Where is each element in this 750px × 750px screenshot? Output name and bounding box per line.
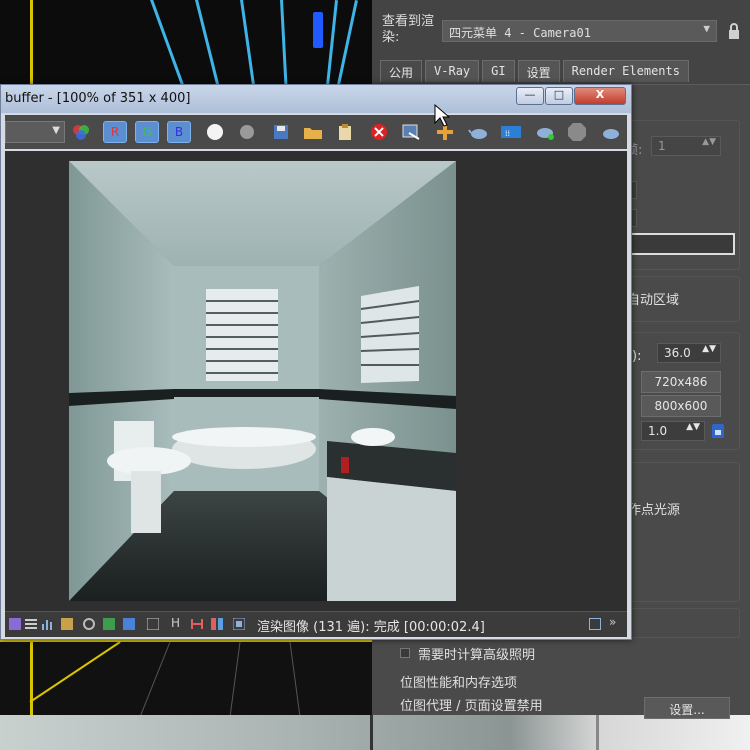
curves-icon[interactable] xyxy=(123,618,135,630)
maximize-button[interactable]: □ xyxy=(545,87,573,105)
output-file-field[interactable] xyxy=(617,233,735,255)
save-image-icon[interactable] xyxy=(269,121,293,143)
tab-settings[interactable]: 设置 xyxy=(517,60,560,82)
histogram-icon[interactable] xyxy=(41,618,53,630)
frame-spinner[interactable]: 1 ▲▼ xyxy=(651,136,721,156)
viewport-strip xyxy=(0,715,750,750)
render-tabs: 公用 V-Ray GI 设置 Render Elements xyxy=(380,60,689,82)
channel-dropdown[interactable]: ▼ xyxy=(5,121,65,143)
tab-render-elements[interactable]: Render Elements xyxy=(562,60,689,82)
grid-line xyxy=(321,0,338,90)
bitmap-proxy-label: 位图代理 / 页面设置禁用 xyxy=(400,699,543,714)
viewport-border xyxy=(30,0,33,90)
grid-lines xyxy=(29,642,301,715)
chevron-down-icon: ▼ xyxy=(52,125,60,136)
grid-line xyxy=(240,0,262,90)
mouse-cursor-icon xyxy=(434,104,450,127)
pixel-aspect-spinner[interactable]: 1.0 ▲▼ xyxy=(641,421,705,441)
history-letter[interactable]: H xyxy=(171,616,180,630)
window-icon[interactable] xyxy=(589,618,601,630)
gear-icon[interactable] xyxy=(83,618,95,630)
stop-render-icon[interactable] xyxy=(565,121,589,143)
list-icon[interactable] xyxy=(25,618,37,630)
ab-compare-icon[interactable] xyxy=(211,618,223,630)
frame-buffer-toolbar: ▼ R G B ⁞⁞ xyxy=(5,115,627,149)
red-channel-button[interactable]: R xyxy=(103,121,127,143)
frame-buffer-window: buffer - [100% of 351 x 400] — □ X ▼ R G… xyxy=(0,84,632,640)
frame-buffer-title: buffer - [100% of 351 x 400] xyxy=(5,91,191,106)
chevron-down-icon: ▼ xyxy=(703,22,710,35)
divider xyxy=(596,715,599,750)
open-folder-icon[interactable] xyxy=(301,121,325,143)
green-channel-button[interactable]: G xyxy=(135,121,159,143)
bitmap-performance-label: 位图性能和内存选项 xyxy=(400,676,518,691)
advanced-lighting-checkbox[interactable] xyxy=(400,648,410,658)
aperture-spinner[interactable]: 36.0 ▲▼ xyxy=(657,343,721,363)
rendered-bathroom-image xyxy=(69,161,456,601)
clipboard-icon[interactable] xyxy=(333,121,357,143)
color-clamp-icon[interactable] xyxy=(9,618,21,630)
grid-line xyxy=(150,0,198,90)
tab-common[interactable]: 公用 xyxy=(380,60,423,82)
monochrome-icon[interactable] xyxy=(235,121,259,143)
render-last-teapot-icon[interactable] xyxy=(599,121,623,143)
close-button[interactable]: X xyxy=(574,87,626,105)
expand-chevron-icon[interactable]: » xyxy=(609,615,616,629)
camera-dropdown[interactable]: 四元菜单 4 - Camera01 ▼ xyxy=(442,20,717,42)
auto-region-label: 自动区域 xyxy=(627,293,680,308)
viewport-top[interactable] xyxy=(0,0,372,90)
image-icon[interactable] xyxy=(103,618,115,630)
frame-buffer-canvas[interactable] xyxy=(5,151,627,611)
frame-buffer-titlebar[interactable]: buffer - [100% of 351 x 400] — □ X xyxy=(1,85,631,113)
render-region-teapot-icon[interactable] xyxy=(533,121,557,143)
lock-icon[interactable] xyxy=(727,22,741,40)
advanced-lighting-label: 需要时计算高级照明 xyxy=(418,648,536,663)
render-teapot-icon[interactable] xyxy=(467,121,491,143)
preset-720x486-button[interactable]: 720x486 xyxy=(641,371,721,393)
transform-gizmo-icon[interactable] xyxy=(313,12,323,48)
setup-button[interactable]: 设置... xyxy=(644,697,730,719)
compare-icon[interactable] xyxy=(191,618,203,630)
lens-effects-icon[interactable] xyxy=(61,618,73,630)
frame-buffer-statusbar: H 渲染图像 (131 遍): 完成 [00:00:02.4] » xyxy=(5,611,627,637)
film-strip-icon[interactable]: ⁞⁞ xyxy=(499,121,523,143)
alpha-white-icon[interactable] xyxy=(203,121,227,143)
svg-text:⁞⁞: ⁞⁞ xyxy=(505,129,510,138)
divider xyxy=(370,715,373,750)
tab-gi[interactable]: GI xyxy=(482,60,515,82)
stamp-icon[interactable] xyxy=(233,618,245,630)
viewport-bottom[interactable] xyxy=(0,640,372,715)
grid-line xyxy=(280,0,290,90)
camera-dropdown-value: 四元菜单 4 - Camera01 xyxy=(449,26,591,40)
view-to-render-label: 查看到渲染: xyxy=(382,14,435,45)
render-status-text: 渲染图像 (131 遍): 完成 [00:00:02.4] xyxy=(257,620,485,635)
blue-channel-button[interactable]: B xyxy=(167,121,191,143)
grid-line xyxy=(195,0,230,90)
tab-vray[interactable]: V-Ray xyxy=(425,60,480,82)
rgb-channels-icon[interactable] xyxy=(69,121,93,143)
lut-icon[interactable] xyxy=(147,618,159,630)
region-render-icon[interactable] xyxy=(399,121,423,143)
clear-image-icon[interactable] xyxy=(367,121,391,143)
preset-800x600-button[interactable]: 800x600 xyxy=(641,395,721,417)
minimize-button[interactable]: — xyxy=(516,87,544,105)
aspect-lock-icon[interactable] xyxy=(711,423,725,439)
